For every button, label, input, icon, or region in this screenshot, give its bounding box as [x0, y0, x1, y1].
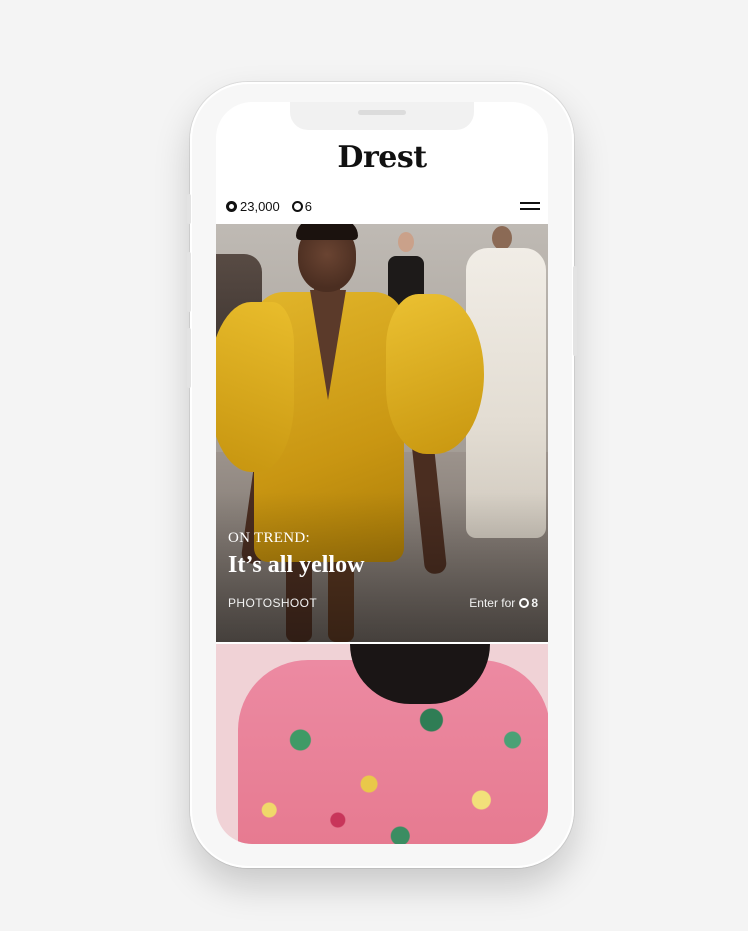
currency-bar: 23,000 6 [226, 196, 540, 216]
enter-button[interactable]: Enter for 8 [469, 596, 538, 610]
coin-icon [226, 200, 237, 212]
enter-label: Enter for [469, 596, 516, 610]
hamburger-menu-icon[interactable] [520, 200, 540, 212]
power-button [573, 266, 577, 356]
volume-down-button [187, 328, 191, 388]
phone-notch [290, 102, 474, 130]
hero-category: PHOTOSHOOT [228, 596, 318, 610]
hero-kicker: ON TREND: [228, 530, 311, 546]
hero-card[interactable]: ON TREND: It’s all yellow PHOTOSHOOT Ent… [216, 224, 548, 642]
volume-up-button [187, 252, 191, 312]
hero-footer: PHOTOSHOOT Enter for 8 [228, 596, 538, 610]
app-screen: Drest 23,000 6 ON TREND: It’s all yellow… [216, 102, 548, 844]
mute-switch [187, 194, 191, 224]
enter-cost: 8 [531, 596, 538, 610]
token-icon [519, 598, 530, 608]
feed-card-floral-blouse[interactable] [216, 644, 548, 844]
hero-title: It’s all yellow [228, 552, 365, 578]
app-logo: Drest [337, 140, 427, 175]
token-balance: 6 [304, 198, 312, 214]
token-icon [291, 200, 303, 212]
speaker-grille [358, 110, 406, 115]
phone-frame: Drest 23,000 6 ON TREND: It’s all yellow… [187, 82, 577, 868]
coin-balance: 23,000 [240, 198, 280, 214]
